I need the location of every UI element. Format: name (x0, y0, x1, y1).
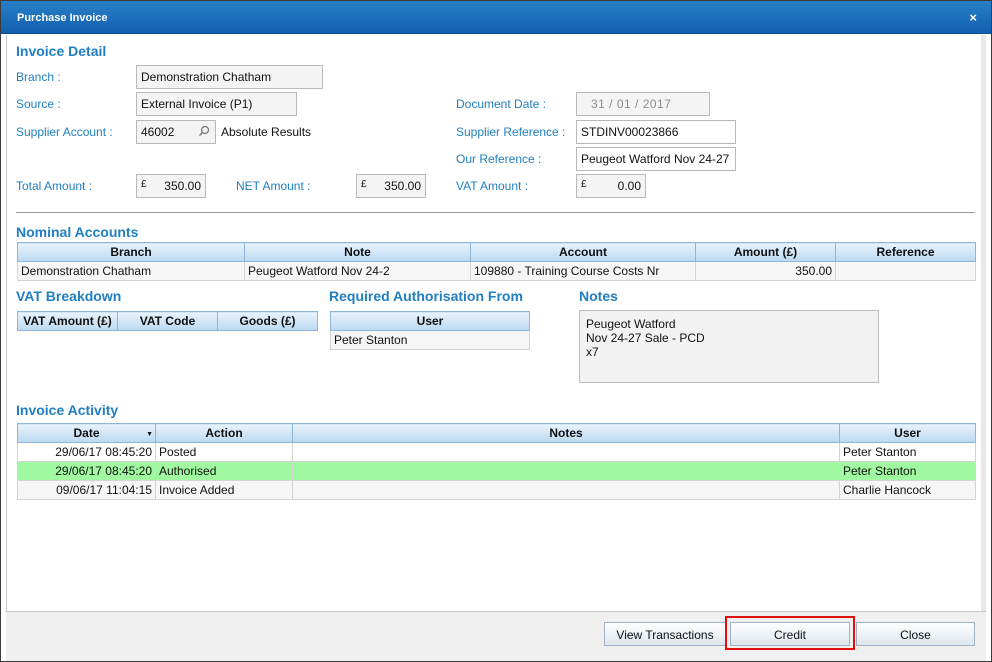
vat-breakdown-title: VAT Breakdown (16, 288, 122, 304)
notes-line: x7 (586, 345, 599, 359)
notes-line: Peugeot Watford (586, 317, 676, 331)
column-header-user[interactable]: User (839, 423, 976, 443)
column-header-user[interactable]: User (330, 311, 530, 331)
our-reference-label: Our Reference : (456, 152, 542, 166)
column-header-note[interactable]: Note (244, 242, 471, 262)
document-date-value: 31 / 01 / 2017 (591, 97, 672, 111)
vat-breakdown-table: VAT Amount (£) VAT Code Goods (£) (17, 311, 318, 331)
table-row[interactable]: Demonstration Chatham Peugeot Watford No… (17, 261, 976, 281)
table-row[interactable]: 29/06/17 08:45:20 Posted Peter Stanton (17, 442, 976, 462)
annotation-highlight (725, 616, 855, 650)
column-header-vat-code[interactable]: VAT Code (117, 311, 218, 331)
branch-field[interactable]: Demonstration Chatham (136, 65, 323, 89)
vat-amount-value: 0.00 (617, 179, 641, 193)
table-row[interactable]: 29/06/17 08:45:20 Authorised Peter Stant… (17, 461, 976, 481)
vat-amount-label: VAT Amount : (456, 179, 529, 193)
cell-user: Charlie Hancock (839, 480, 976, 500)
cell-note: Peugeot Watford Nov 24-2 (244, 261, 471, 281)
cell-user: Peter Stanton (839, 442, 976, 462)
total-amount-label: Total Amount : (16, 179, 93, 193)
notes-line: Nov 24-27 Sale - PCD (586, 331, 705, 345)
cell-notes (292, 461, 840, 481)
cell-reference (835, 261, 976, 281)
net-amount-label: NET Amount : (236, 179, 311, 193)
supplier-account-label: Supplier Account : (16, 125, 113, 139)
cell-notes (292, 442, 840, 462)
supplier-reference-field[interactable]: STDINV00023866 (576, 120, 736, 144)
invoice-activity-table: Date ▼ Action Notes User 29/06/17 08:45:… (17, 423, 976, 500)
close-icon[interactable]: × (969, 10, 977, 25)
our-reference-field[interactable]: Peugeot Watford Nov 24-27 (576, 147, 736, 171)
column-header-vat-amount[interactable]: VAT Amount (£) (17, 311, 118, 331)
column-header-action[interactable]: Action (155, 423, 293, 443)
cell-user: Peter Stanton (839, 461, 976, 481)
net-amount-field[interactable]: £ 350.00 (356, 174, 426, 198)
view-transactions-button[interactable]: View Transactions (604, 622, 726, 646)
column-header-goods[interactable]: Goods (£) (217, 311, 318, 331)
required-authorisation-table: User Peter Stanton (330, 311, 530, 350)
table-row[interactable]: 09/06/17 11:04:15 Invoice Added Charlie … (17, 480, 976, 500)
cell-action: Invoice Added (155, 480, 293, 500)
total-amount-value: 350.00 (164, 179, 201, 193)
document-date-field[interactable]: 31 / 01 / 2017 (576, 92, 710, 116)
cell-branch: Demonstration Chatham (17, 261, 245, 281)
title-bar[interactable]: Purchase Invoice × (1, 1, 991, 34)
source-field[interactable]: External Invoice (P1) (136, 92, 297, 116)
column-header-branch[interactable]: Branch (17, 242, 245, 262)
supplier-name: Absolute Results (221, 125, 312, 139)
cell-amount: 350.00 (695, 261, 836, 281)
net-amount-value: 350.00 (384, 179, 421, 193)
nominal-accounts-table: Branch Note Account Amount (£) Reference… (17, 242, 976, 281)
column-header-date[interactable]: Date ▼ (17, 423, 156, 443)
source-label: Source : (16, 97, 61, 111)
column-header-amount[interactable]: Amount (£) (695, 242, 836, 262)
sort-descending-icon: ▼ (146, 431, 153, 438)
currency-symbol: £ (581, 179, 587, 190)
section-divider (16, 212, 975, 213)
supplier-reference-label: Supplier Reference : (456, 125, 566, 139)
document-date-label: Document Date : (456, 97, 547, 111)
branch-label: Branch : (16, 70, 61, 84)
currency-symbol: £ (141, 179, 147, 190)
column-header-account[interactable]: Account (470, 242, 696, 262)
supplier-account-value: 46002 (141, 125, 175, 139)
total-amount-field[interactable]: £ 350.00 (136, 174, 206, 198)
vat-amount-field[interactable]: £ 0.00 (576, 174, 646, 198)
invoice-activity-title: Invoice Activity (16, 402, 119, 418)
search-icon[interactable] (198, 125, 210, 137)
cell-user: Peter Stanton (330, 330, 530, 350)
cell-date: 29/06/17 08:45:20 (17, 442, 156, 462)
column-header-date-label: Date (73, 426, 100, 440)
cell-notes (292, 480, 840, 500)
purchase-invoice-window: Purchase Invoice × Invoice Detail Branch… (0, 0, 992, 662)
invoice-detail-title: Invoice Detail (16, 43, 107, 59)
notes-title: Notes (579, 288, 618, 304)
cell-account: 109880 - Training Course Costs Nr (470, 261, 696, 281)
cell-action: Posted (155, 442, 293, 462)
supplier-account-field[interactable]: 46002 (136, 120, 216, 144)
window-title: Purchase Invoice (17, 12, 108, 24)
table-row[interactable]: Peter Stanton (330, 330, 530, 350)
nominal-accounts-title: Nominal Accounts (16, 224, 139, 240)
close-button[interactable]: Close (856, 622, 975, 646)
column-header-reference[interactable]: Reference (835, 242, 976, 262)
notes-textarea[interactable]: Peugeot Watford Nov 24-27 Sale - PCD x7 (579, 310, 879, 383)
cell-date: 29/06/17 08:45:20 (17, 461, 156, 481)
required-authorisation-title: Required Authorisation From (329, 288, 523, 304)
scrollbar[interactable] (981, 35, 986, 611)
cell-date: 09/06/17 11:04:15 (17, 480, 156, 500)
currency-symbol: £ (361, 179, 367, 190)
column-header-notes[interactable]: Notes (292, 423, 840, 443)
cell-action: Authorised (155, 461, 293, 481)
